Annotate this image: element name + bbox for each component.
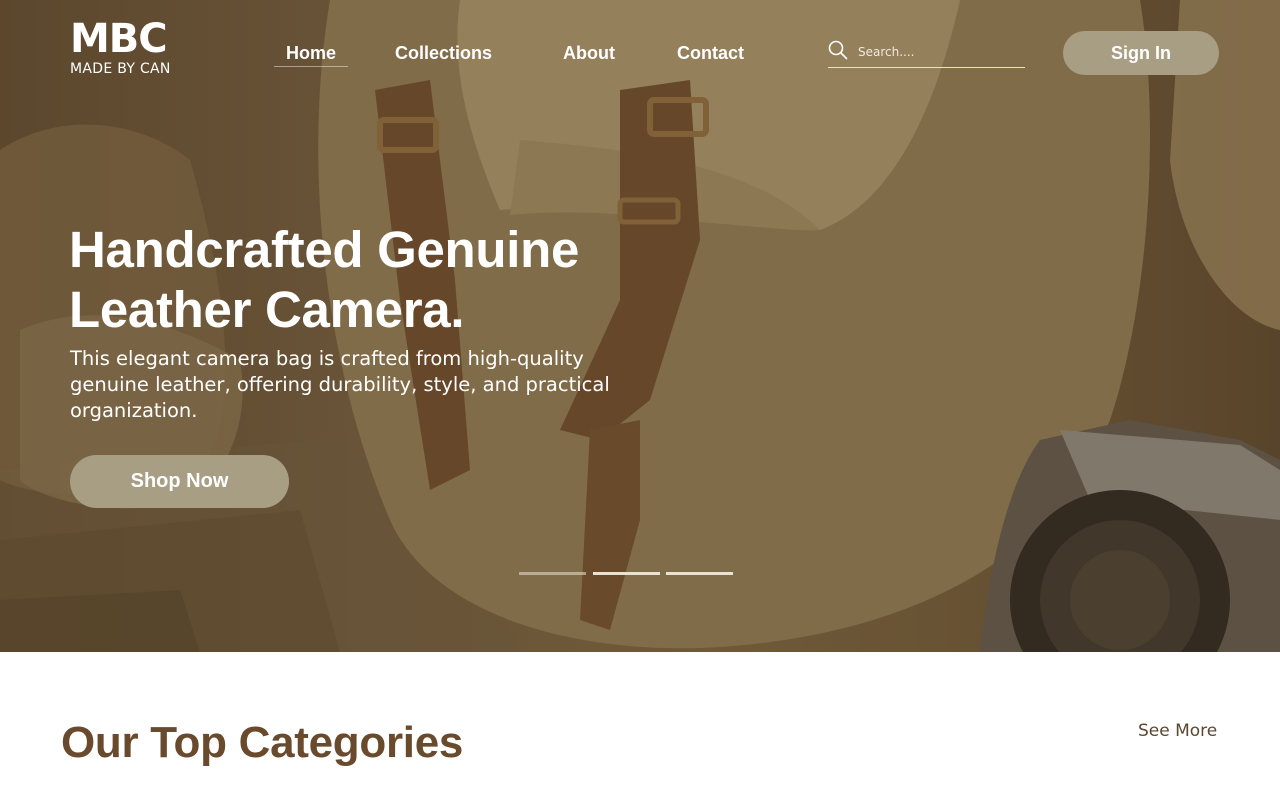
logo-wordmark: MBC: [70, 16, 168, 62]
search-icon[interactable]: [828, 40, 848, 60]
hero-banner: MBC MADE BY CAN Home Collections About C…: [0, 0, 1280, 652]
hero-description: This elegant camera bag is crafted from …: [70, 347, 610, 422]
carousel-indicator-2[interactable]: [593, 572, 660, 575]
carousel-indicator-3[interactable]: [666, 572, 733, 575]
nav-contact[interactable]: Contact: [677, 42, 744, 64]
search-input[interactable]: [858, 43, 1018, 61]
categories-heading: Our Top Categories: [61, 718, 464, 767]
search-bar: [828, 38, 1025, 68]
see-more-link[interactable]: See More: [1138, 720, 1217, 742]
nav-about[interactable]: About: [563, 42, 615, 64]
nav-home[interactable]: Home: [286, 42, 336, 64]
carousel-indicator-1[interactable]: [519, 572, 586, 575]
nav-collections[interactable]: Collections: [395, 42, 492, 64]
logo-tagline: MADE BY CAN: [70, 61, 171, 77]
shop-now-button[interactable]: Shop Now: [70, 455, 289, 508]
nav-active-indicator: [274, 66, 348, 67]
sign-in-button[interactable]: Sign In: [1063, 31, 1219, 75]
brand-logo[interactable]: MBC MADE BY CAN: [70, 18, 171, 78]
hero-headline: Handcrafted Genuine Leather Camera.: [69, 221, 580, 338]
